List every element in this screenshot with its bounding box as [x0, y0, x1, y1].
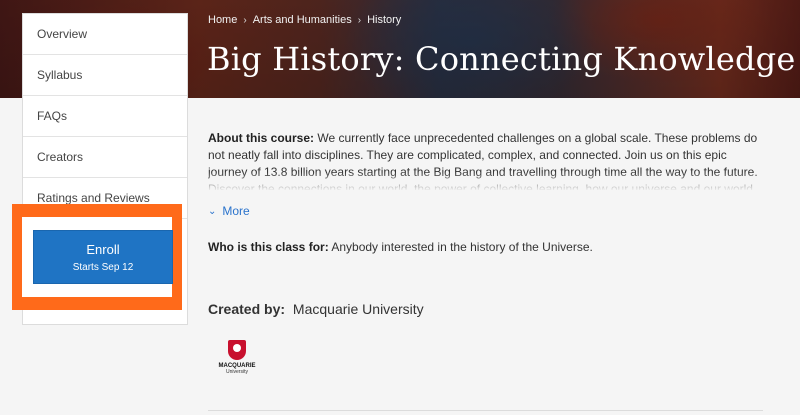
sidebar-item-faqs[interactable]: FAQs [23, 96, 187, 137]
about-heading: About this course: [208, 131, 315, 145]
enroll-highlight-box: Enroll Starts Sep 12 [12, 204, 182, 310]
macquarie-university-logo[interactable]: MACQUARIE University [217, 340, 257, 386]
university-crest-icon [228, 340, 246, 360]
course-description: About this course: We currently face unp… [208, 130, 763, 254]
logo-subtext: University [226, 369, 248, 375]
about-this-course: About this course: We currently face unp… [208, 130, 763, 190]
section-divider [208, 410, 763, 411]
breadcrumb-home[interactable]: Home [208, 14, 237, 26]
sidebar-item-syllabus[interactable]: Syllabus [23, 55, 187, 96]
who-is-this-for: Who is this class for: Anybody intereste… [208, 240, 763, 254]
audience-text: Anybody interested in the history of the… [331, 240, 593, 254]
chevron-right-icon: › [357, 14, 362, 26]
more-link[interactable]: ⌄ More [208, 204, 763, 218]
page-title: Big History: Connecting Knowledge [207, 40, 796, 78]
creator-name[interactable]: Macquarie University [293, 301, 424, 317]
audience-heading: Who is this class for: [208, 240, 329, 254]
enroll-panel: Enroll Starts Sep 12 [22, 217, 173, 297]
enroll-button-label: Enroll [86, 241, 120, 257]
enroll-button[interactable]: Enroll Starts Sep 12 [33, 230, 173, 284]
breadcrumb-history[interactable]: History [367, 14, 401, 26]
breadcrumb: Home › Arts and Humanities › History [208, 14, 401, 26]
more-label: More [222, 204, 250, 218]
chevron-right-icon: › [243, 14, 247, 26]
sidebar-item-creators[interactable]: Creators [23, 137, 187, 178]
sidebar-item-overview[interactable]: Overview [23, 14, 187, 55]
chevron-down-icon: ⌄ [208, 205, 217, 217]
enroll-start-date: Starts Sep 12 [72, 261, 134, 273]
created-by: Created by: Macquarie University [208, 301, 424, 317]
created-by-heading: Created by: [208, 301, 286, 317]
breadcrumb-arts-and-humanities[interactable]: Arts and Humanities [253, 14, 352, 26]
